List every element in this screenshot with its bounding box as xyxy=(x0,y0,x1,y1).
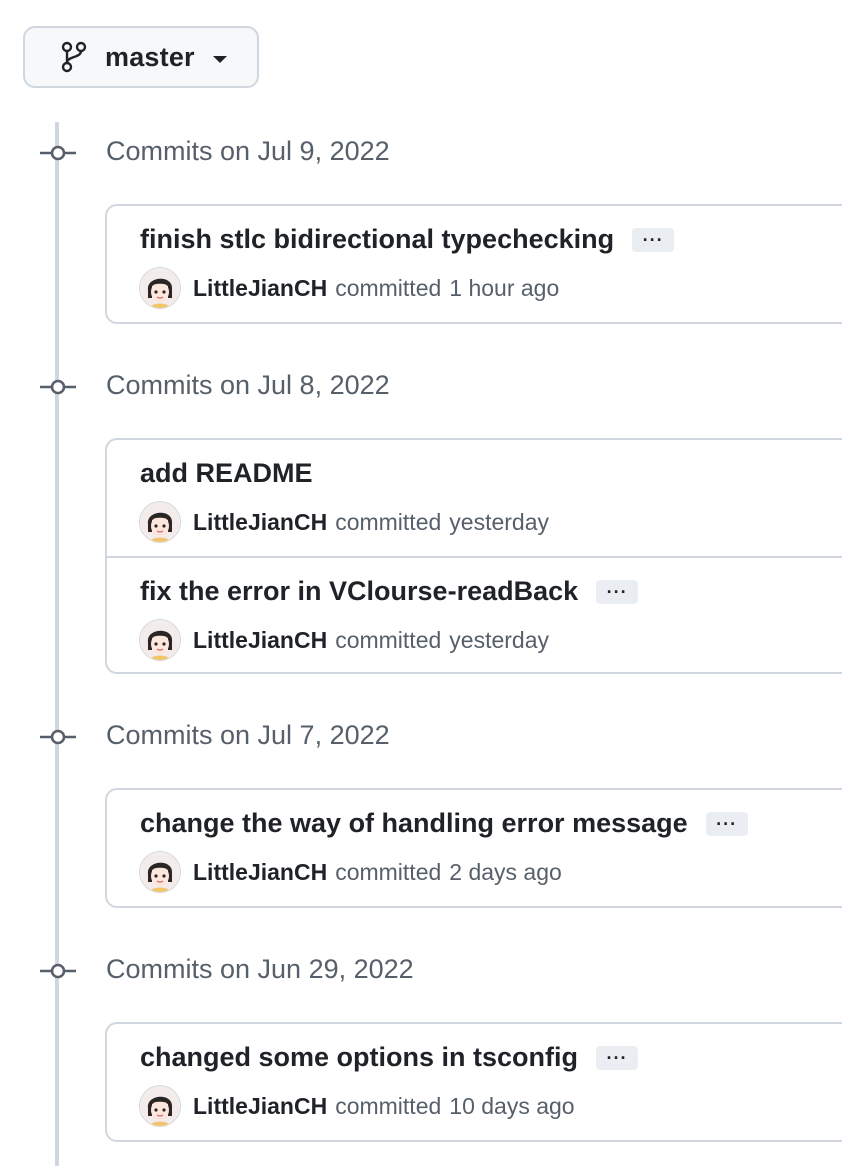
commit-time[interactable]: 2 days ago xyxy=(449,859,562,886)
commit-list-box: change the way of handling error message… xyxy=(105,788,842,908)
commit-time[interactable]: yesterday xyxy=(449,509,549,536)
git-commit-icon xyxy=(40,963,76,979)
commit-author-link[interactable]: LittleJianCH xyxy=(193,859,327,886)
expand-message-button[interactable]: ··· xyxy=(596,579,639,604)
expand-message-button[interactable]: ··· xyxy=(632,227,675,252)
commit-author-link[interactable]: LittleJianCH xyxy=(193,627,327,654)
commit-title-link[interactable]: changed some options in tsconfig xyxy=(140,1042,578,1073)
git-commit-icon xyxy=(40,379,76,395)
commit-row: fix the error in VClourse-readBack ··· L… xyxy=(107,556,842,672)
commit-time[interactable]: 10 days ago xyxy=(449,1093,574,1120)
timeline-line xyxy=(55,122,59,1166)
commit-row: finish stlc bidirectional typechecking ·… xyxy=(107,206,842,322)
branch-label: master xyxy=(105,41,195,72)
commit-author-link[interactable]: LittleJianCH xyxy=(193,1093,327,1120)
commit-list-box: changed some options in tsconfig ··· Lit… xyxy=(105,1022,842,1142)
git-commit-icon xyxy=(40,729,76,745)
avatar[interactable] xyxy=(140,620,180,660)
commit-group-title: Commits on Jul 9, 2022 xyxy=(106,136,390,166)
committed-label: committed xyxy=(335,1092,442,1119)
avatar-image-icon xyxy=(140,502,180,542)
caret-down-icon xyxy=(212,55,227,63)
commit-group-title: Commits on Jul 7, 2022 xyxy=(106,720,390,750)
commit-title-link[interactable]: finish stlc bidirectional typechecking xyxy=(140,224,614,255)
commit-time[interactable]: yesterday xyxy=(449,627,549,654)
avatar[interactable] xyxy=(140,268,180,308)
avatar[interactable] xyxy=(140,1086,180,1126)
avatar-image-icon xyxy=(140,852,180,892)
commit-group-title: Commits on Jul 8, 2022 xyxy=(106,370,390,400)
committed-label: committed xyxy=(335,274,442,301)
commit-title-link[interactable]: change the way of handling error message xyxy=(140,808,688,839)
committed-label: committed xyxy=(335,626,442,653)
commit-author-link[interactable]: LittleJianCH xyxy=(193,509,327,536)
commit-list-box: finish stlc bidirectional typechecking ·… xyxy=(105,204,842,324)
committed-label: committed xyxy=(335,858,442,885)
expand-message-button[interactable]: ··· xyxy=(705,811,748,836)
committed-label: committed xyxy=(335,508,442,535)
avatar[interactable] xyxy=(140,502,180,542)
commit-author-link[interactable]: LittleJianCH xyxy=(193,275,327,302)
commit-title-link[interactable]: fix the error in VClourse-readBack xyxy=(140,576,578,607)
commit-time[interactable]: 1 hour ago xyxy=(449,275,559,302)
avatar-image-icon xyxy=(140,1086,180,1126)
branch-selector-button[interactable]: master xyxy=(23,26,259,88)
commit-list-box: add README LittleJianCH committed yester… xyxy=(105,438,842,674)
commit-row: add README LittleJianCH committed yester… xyxy=(107,440,842,556)
avatar-image-icon xyxy=(140,620,180,660)
commit-title-link[interactable]: add README xyxy=(140,458,313,489)
avatar-image-icon xyxy=(140,268,180,308)
commit-row: changed some options in tsconfig ··· Lit… xyxy=(107,1024,842,1140)
avatar[interactable] xyxy=(140,852,180,892)
commit-group-title: Commits on Jun 29, 2022 xyxy=(106,954,414,984)
commit-row: change the way of handling error message… xyxy=(107,790,842,906)
expand-message-button[interactable]: ··· xyxy=(596,1045,639,1070)
git-branch-icon xyxy=(61,41,87,73)
git-commit-icon xyxy=(40,145,76,161)
